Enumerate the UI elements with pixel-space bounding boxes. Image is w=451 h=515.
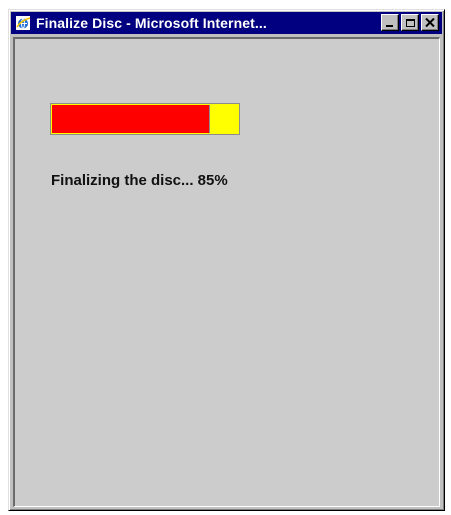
page-content: Finalizing the disc... 85% (13, 37, 440, 507)
progress-bar (50, 103, 240, 135)
close-icon (425, 18, 435, 27)
maximize-icon (405, 18, 415, 27)
window-title: Finalize Disc - Microsoft Internet... (36, 15, 267, 31)
status-text: Finalizing the disc... 85% (51, 172, 228, 189)
minimize-icon (386, 25, 393, 27)
internet-explorer-icon[interactable] (14, 14, 32, 32)
maximize-button[interactable] (401, 14, 419, 31)
close-button[interactable] (421, 14, 439, 31)
title-bar[interactable]: Finalize Disc - Microsoft Internet... (11, 12, 442, 34)
progress-fill (52, 105, 211, 133)
browser-window: Finalize Disc - Microsoft Internet... Fi… (8, 9, 445, 511)
window-controls (381, 14, 439, 31)
minimize-button[interactable] (381, 14, 399, 31)
